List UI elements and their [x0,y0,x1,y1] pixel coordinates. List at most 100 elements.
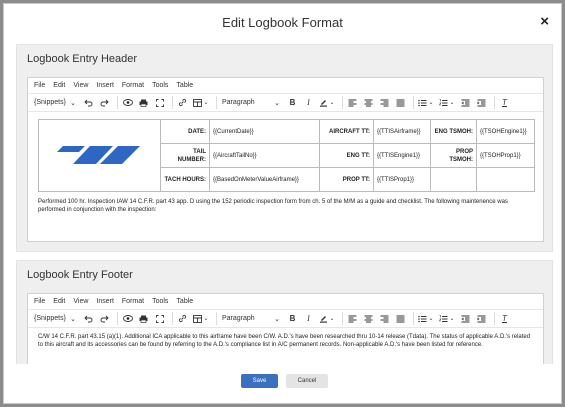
divider [494,312,495,325]
align-justify-icon[interactable] [394,95,407,110]
align-center-icon[interactable] [362,311,375,326]
editor-content[interactable]: C/W 14 C.F.R. part 43.15 (a)(1). Additio… [28,328,543,354]
bold-icon[interactable]: B [286,311,299,326]
chevron-down-icon: ⌄ [449,316,455,322]
tail-number-label: TAIL NUMBER: [160,143,210,168]
clear-formatting-icon[interactable]: T [498,95,511,110]
date-label: DATE: [160,119,210,144]
menu-view[interactable]: View [73,298,88,305]
redo-icon[interactable] [98,95,111,110]
menu-edit[interactable]: Edit [53,82,65,89]
snippets-dropdown[interactable]: {Snippets} ⌄ [32,311,78,326]
dialog-body[interactable]: Logbook Entry Header File Edit View Inse… [16,44,553,364]
menu-format[interactable]: Format [122,298,144,305]
align-left-icon[interactable] [346,95,359,110]
indent-icon[interactable] [475,95,488,110]
align-center-icon[interactable] [362,95,375,110]
bullet-list-icon[interactable]: ⌄ [417,311,435,326]
undo-icon[interactable] [82,95,95,110]
menu-file[interactable]: File [34,298,45,305]
text-color-icon[interactable]: ⌄ [318,311,336,326]
menu-table[interactable]: Table [176,82,193,89]
table-row: DATE: {{CurrentDate}} AIRCRAFT TT: {{TTI… [38,119,535,192]
eng-tt-value: {{TTISEngine1}} [373,143,431,168]
snippets-label: {Snippets} [34,99,66,106]
tach-hours-value: {{BasedOnMeterValueAirframe}} [209,167,320,192]
divider [413,312,414,325]
fullscreen-icon[interactable] [153,95,166,110]
indent-icon[interactable] [475,311,488,326]
menu-file[interactable]: File [34,82,45,89]
cancel-button[interactable]: Cancel [286,374,328,388]
block-format-dropdown[interactable]: Paragraph ⌄ [220,311,282,326]
aircraft-tt-value: {{TTISAirframe}} [373,119,431,144]
menu-table[interactable]: Table [176,298,193,305]
header-body-text: Performed 100 hr. Inspection IAW 14 C.F.… [38,199,508,213]
print-icon[interactable] [137,95,150,110]
divider [216,312,217,325]
menu-insert[interactable]: Insert [96,298,114,305]
link-icon[interactable] [176,95,189,110]
fullscreen-icon[interactable] [153,311,166,326]
section-title: Logbook Entry Header [27,53,138,65]
text-color-icon[interactable]: ⌄ [318,95,336,110]
save-button[interactable]: Save [241,374,278,388]
chevron-down-icon: ⌄ [428,316,434,322]
menu-format[interactable]: Format [122,82,144,89]
logbook-entry-header-section: Logbook Entry Header File Edit View Inse… [16,44,553,252]
prop-tt-label: PROP TT: [319,167,374,192]
prop-tt-value: {{TTISProp1}} [373,167,431,192]
menu-tools[interactable]: Tools [152,82,168,89]
close-icon[interactable]: × [540,13,549,30]
chevron-down-icon: ⌄ [70,99,76,107]
divider [216,96,217,109]
table-icon[interactable]: ⌄ [192,311,210,326]
outdent-icon[interactable] [459,311,472,326]
editor-content[interactable]: DATE: {{CurrentDate}} AIRCRAFT TT: {{TTI… [28,112,543,219]
align-left-icon[interactable] [346,311,359,326]
clear-formatting-icon[interactable]: T [498,311,511,326]
chevron-down-icon: ⌄ [428,100,434,106]
dialog-title: Edit Logbook Format [222,15,343,30]
print-icon[interactable] [137,311,150,326]
divider [342,312,343,325]
table-icon[interactable]: ⌄ [192,95,210,110]
block-format-dropdown[interactable]: Paragraph ⌄ [220,95,282,110]
empty-value-cell [476,167,535,192]
menu-view[interactable]: View [73,82,88,89]
menubar: File Edit View Insert Format Tools Table [28,294,543,309]
footer-body-text: C/W 14 C.F.R. part 43.15 (a)(1). Additio… [38,334,531,348]
link-icon[interactable] [176,311,189,326]
chevron-down-icon: ⌄ [70,315,76,323]
chevron-down-icon: ⌄ [449,100,455,106]
outdent-icon[interactable] [459,95,472,110]
menu-edit[interactable]: Edit [53,298,65,305]
prop-tsmoh-value: {{TSOHProp1}} [476,143,535,168]
undo-icon[interactable] [82,311,95,326]
preview-icon[interactable] [121,95,134,110]
italic-icon[interactable]: I [302,95,315,110]
align-right-icon[interactable] [378,95,391,110]
header-rich-text-editor[interactable]: File Edit View Insert Format Tools Table… [27,77,544,242]
redo-icon[interactable] [98,311,111,326]
tach-hours-label: TACH HOURS: [160,167,210,192]
snippets-label: {Snippets} [34,315,66,322]
numbered-list-icon[interactable]: ⌄ [438,311,456,326]
numbered-list-icon[interactable]: ⌄ [438,95,456,110]
snippets-dropdown[interactable]: {Snippets} ⌄ [32,95,78,110]
align-right-icon[interactable] [378,311,391,326]
italic-icon[interactable]: I [302,311,315,326]
menu-tools[interactable]: Tools [152,298,168,305]
date-value: {{CurrentDate}} [209,119,320,144]
tail-number-value: {{AircraftTailNo}} [209,143,320,168]
menu-insert[interactable]: Insert [96,82,114,89]
dialog-header: Edit Logbook Format × [4,4,561,42]
bullet-list-icon[interactable]: ⌄ [417,95,435,110]
bold-icon[interactable]: B [286,95,299,110]
align-justify-icon[interactable] [394,311,407,326]
divider [172,312,173,325]
divider [413,96,414,109]
divider [172,96,173,109]
preview-icon[interactable] [121,311,134,326]
footer-rich-text-editor[interactable]: File Edit View Insert Format Tools Table… [27,293,544,364]
